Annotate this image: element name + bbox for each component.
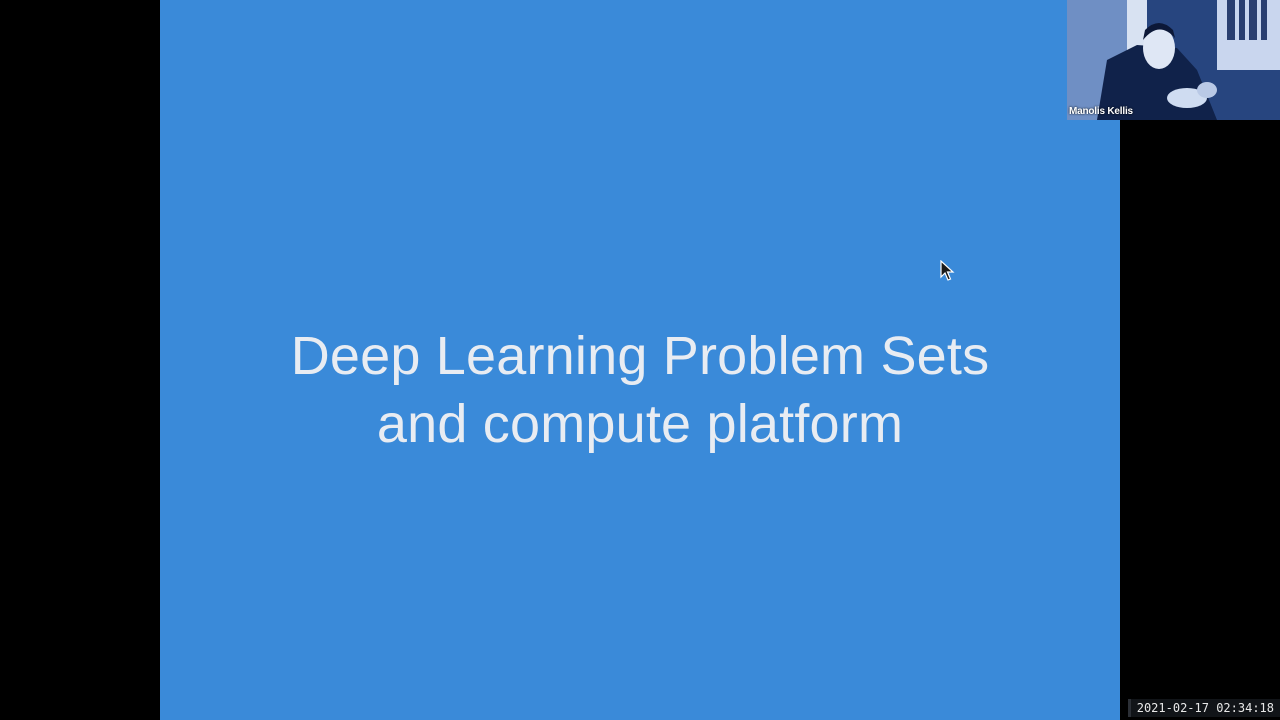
screen-share-window: Deep Learning Problem Sets and compute p… bbox=[0, 0, 1280, 720]
participant-name: Manolis Kellis bbox=[1069, 106, 1133, 117]
slide-title: Deep Learning Problem Sets and compute p… bbox=[160, 322, 1120, 458]
participant-video-feed bbox=[1067, 0, 1280, 120]
mouse-pointer-icon bbox=[940, 260, 955, 281]
presentation-slide: Deep Learning Problem Sets and compute p… bbox=[160, 0, 1120, 720]
recording-timestamp: 2021-02-17 02:34:18 bbox=[1127, 699, 1280, 717]
participant-video-tile[interactable]: Manolis Kellis bbox=[1067, 0, 1280, 120]
slide-title-line-1: Deep Learning Problem Sets bbox=[290, 326, 990, 386]
slide-title-line-2: and compute platform bbox=[376, 394, 904, 454]
